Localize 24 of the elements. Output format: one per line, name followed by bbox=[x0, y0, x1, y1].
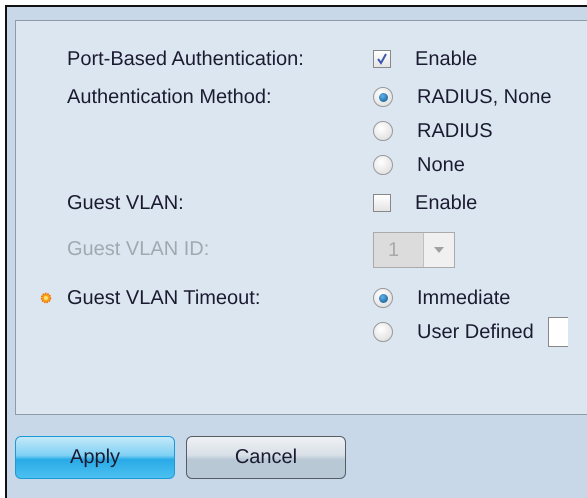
option-label: RADIUS, None bbox=[417, 85, 552, 109]
radio-button[interactable] bbox=[373, 322, 393, 342]
option-label: Enable bbox=[415, 47, 478, 71]
checkbox[interactable] bbox=[373, 194, 391, 212]
input-field[interactable] bbox=[548, 317, 568, 347]
radio-button[interactable] bbox=[373, 288, 393, 308]
apply-button[interactable]: Apply bbox=[15, 436, 175, 479]
cancel-button[interactable]: Cancel bbox=[186, 436, 346, 479]
field-label: Guest VLAN: bbox=[67, 191, 184, 215]
field-label: Guest VLAN Timeout: bbox=[67, 286, 260, 310]
field-label: Guest VLAN ID: bbox=[67, 237, 210, 261]
radio-button[interactable] bbox=[373, 155, 393, 175]
required-icon bbox=[39, 291, 53, 305]
field-label: Authentication Method: bbox=[67, 85, 272, 109]
option-label: User Defined bbox=[417, 320, 534, 344]
field-label: Port-Based Authentication: bbox=[67, 47, 304, 71]
option-label: Immediate bbox=[417, 286, 510, 310]
option-label: Enable bbox=[415, 191, 478, 215]
caret-icon bbox=[434, 247, 444, 253]
option-label: None bbox=[417, 153, 465, 177]
radio-button[interactable] bbox=[373, 121, 393, 141]
radio-button[interactable] bbox=[373, 87, 393, 107]
checkbox[interactable] bbox=[373, 50, 391, 68]
option-label: RADIUS bbox=[417, 119, 493, 143]
